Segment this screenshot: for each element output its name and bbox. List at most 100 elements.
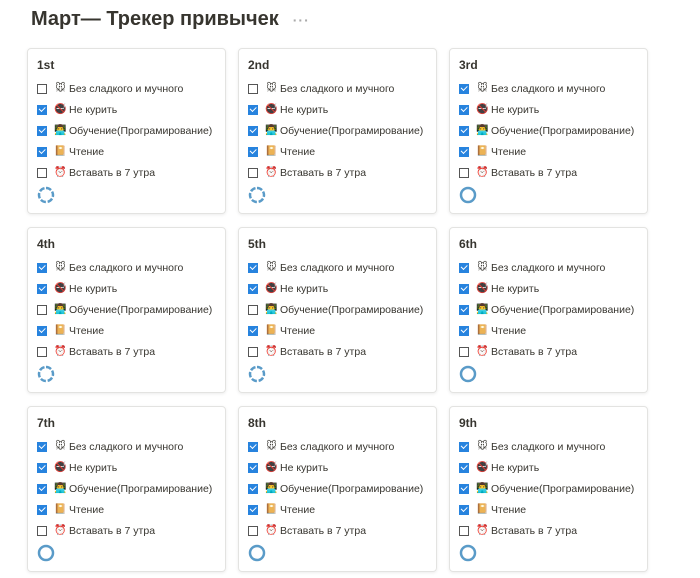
habit-row: 📔 Чтение bbox=[248, 141, 428, 162]
day-card[interactable]: 8th 🐭 Без сладкого и мучного 🚭 Не курить… bbox=[238, 406, 437, 572]
habit-checkbox[interactable] bbox=[248, 462, 258, 473]
habit-checkbox[interactable] bbox=[459, 483, 469, 494]
day-card[interactable]: 4th 🐭 Без сладкого и мучного 🚭 Не курить… bbox=[27, 227, 226, 393]
habit-checkbox[interactable] bbox=[248, 346, 258, 357]
habit-checkbox[interactable] bbox=[248, 146, 258, 157]
day-card[interactable]: 3rd 🐭 Без сладкого и мучного 🚭 Не курить… bbox=[449, 48, 648, 214]
habit-checkbox[interactable] bbox=[248, 304, 258, 315]
habit-checkbox[interactable] bbox=[37, 462, 47, 473]
day-label: 1st bbox=[37, 58, 55, 72]
habit-checkbox[interactable] bbox=[248, 525, 258, 536]
day-label: 2nd bbox=[248, 58, 270, 72]
habit-checkbox[interactable] bbox=[248, 441, 258, 452]
habit-row: 🚭 Не курить bbox=[37, 99, 217, 120]
habit-row: 👨‍💻 Обучение(Програмирование) bbox=[459, 299, 639, 320]
habit-checkbox[interactable] bbox=[37, 125, 47, 136]
habit-checkbox[interactable] bbox=[459, 146, 469, 157]
habit-row: 📔 Чтение bbox=[37, 320, 217, 341]
habit-label: Чтение bbox=[69, 503, 105, 516]
habit-icon: 🚭 bbox=[265, 104, 278, 115]
habit-label: Чтение bbox=[280, 145, 316, 158]
habit-row: 🚭 Не курить bbox=[37, 457, 217, 478]
habit-checkbox[interactable] bbox=[248, 167, 258, 178]
progress-ring bbox=[248, 186, 266, 204]
habit-checkbox[interactable] bbox=[459, 83, 469, 94]
habit-checkbox[interactable] bbox=[37, 146, 47, 157]
habit-label: Обучение(Програмирование) bbox=[280, 303, 424, 316]
habit-label: Обучение(Програмирование) bbox=[491, 303, 635, 316]
habit-row: 🐭 Без сладкого и мучного bbox=[248, 257, 428, 278]
habit-label: Вставать в 7 утра bbox=[280, 345, 367, 358]
progress-ring bbox=[37, 544, 55, 562]
day-card[interactable]: 1st 🐭 Без сладкого и мучного 🚭 Не курить… bbox=[27, 48, 226, 214]
habit-icon: 🚭 bbox=[265, 283, 278, 294]
page-title: Март— Трекер привычек ··· bbox=[31, 8, 310, 31]
habit-checkbox[interactable] bbox=[37, 346, 47, 357]
habit-checkbox[interactable] bbox=[248, 483, 258, 494]
day-card[interactable]: 7th 🐭 Без сладкого и мучного 🚭 Не курить… bbox=[27, 406, 226, 572]
habit-row: 👨‍💻 Обучение(Програмирование) bbox=[459, 120, 639, 141]
habit-checkbox[interactable] bbox=[248, 504, 258, 515]
habit-checkbox[interactable] bbox=[459, 167, 469, 178]
habit-label: Чтение bbox=[491, 503, 527, 516]
habit-checkbox[interactable] bbox=[459, 125, 469, 136]
habit-checkbox[interactable] bbox=[37, 283, 47, 294]
more-options-button[interactable]: ··· bbox=[293, 12, 310, 28]
habit-label: Без сладкого и мучного bbox=[280, 261, 395, 274]
habit-checkbox[interactable] bbox=[459, 462, 469, 473]
habit-checkbox[interactable] bbox=[37, 504, 47, 515]
day-label: 6th bbox=[459, 237, 477, 251]
habit-checkbox[interactable] bbox=[37, 262, 47, 273]
progress-ring bbox=[248, 544, 266, 562]
habit-checkbox[interactable] bbox=[459, 441, 469, 452]
day-label: 8th bbox=[248, 416, 266, 430]
habit-row: ⏰ Вставать в 7 утра bbox=[37, 162, 217, 183]
habit-row: 🐭 Без сладкого и мучного bbox=[37, 257, 217, 278]
day-card[interactable]: 5th 🐭 Без сладкого и мучного 🚭 Не курить… bbox=[238, 227, 437, 393]
habit-checkbox[interactable] bbox=[37, 167, 47, 178]
habit-checkbox[interactable] bbox=[248, 125, 258, 136]
habit-icon: ⏰ bbox=[265, 525, 278, 536]
habit-row: 🐭 Без сладкого и мучного bbox=[248, 436, 428, 457]
progress-ring bbox=[459, 186, 477, 204]
habit-checkbox[interactable] bbox=[459, 504, 469, 515]
habit-row: 📔 Чтение bbox=[37, 499, 217, 520]
habit-row: 👨‍💻 Обучение(Програмирование) bbox=[37, 299, 217, 320]
habit-icon: 👨‍💻 bbox=[476, 483, 489, 494]
habit-checkbox[interactable] bbox=[459, 346, 469, 357]
habit-row: 🚭 Не курить bbox=[459, 278, 639, 299]
habit-checkbox[interactable] bbox=[459, 283, 469, 294]
habit-checkbox[interactable] bbox=[37, 83, 47, 94]
habit-icon: ⏰ bbox=[54, 346, 67, 357]
habit-checkbox[interactable] bbox=[248, 104, 258, 115]
habit-checkbox[interactable] bbox=[37, 304, 47, 315]
habit-icon: 👨‍💻 bbox=[265, 125, 278, 136]
day-card[interactable]: 2nd 🐭 Без сладкого и мучного 🚭 Не курить… bbox=[238, 48, 437, 214]
habit-checkbox[interactable] bbox=[459, 304, 469, 315]
habit-label: Вставать в 7 утра bbox=[69, 166, 156, 179]
habit-checkbox[interactable] bbox=[248, 262, 258, 273]
habit-checkbox[interactable] bbox=[459, 525, 469, 536]
habit-icon: 👨‍💻 bbox=[476, 304, 489, 315]
habit-checkbox[interactable] bbox=[248, 283, 258, 294]
habit-checkbox[interactable] bbox=[248, 83, 258, 94]
habit-label: Вставать в 7 утра bbox=[280, 166, 367, 179]
habit-checkbox[interactable] bbox=[37, 104, 47, 115]
habit-checkbox[interactable] bbox=[37, 483, 47, 494]
habit-icon: 👨‍💻 bbox=[54, 483, 67, 494]
day-card[interactable]: 9th 🐭 Без сладкого и мучного 🚭 Не курить… bbox=[449, 406, 648, 572]
habit-label: Чтение bbox=[491, 324, 527, 337]
habit-checkbox[interactable] bbox=[459, 262, 469, 273]
habit-label: Вставать в 7 утра bbox=[491, 166, 578, 179]
progress-ring bbox=[37, 365, 55, 383]
habit-checkbox[interactable] bbox=[37, 525, 47, 536]
habit-checkbox[interactable] bbox=[37, 441, 47, 452]
habit-checkbox[interactable] bbox=[37, 325, 47, 336]
day-card[interactable]: 6th 🐭 Без сладкого и мучного 🚭 Не курить… bbox=[449, 227, 648, 393]
habit-checkbox[interactable] bbox=[459, 104, 469, 115]
habit-icon: ⏰ bbox=[476, 167, 489, 178]
habit-checkbox[interactable] bbox=[459, 325, 469, 336]
habit-checkbox[interactable] bbox=[248, 325, 258, 336]
habit-icon: 📔 bbox=[476, 504, 489, 515]
day-label: 4th bbox=[37, 237, 55, 251]
